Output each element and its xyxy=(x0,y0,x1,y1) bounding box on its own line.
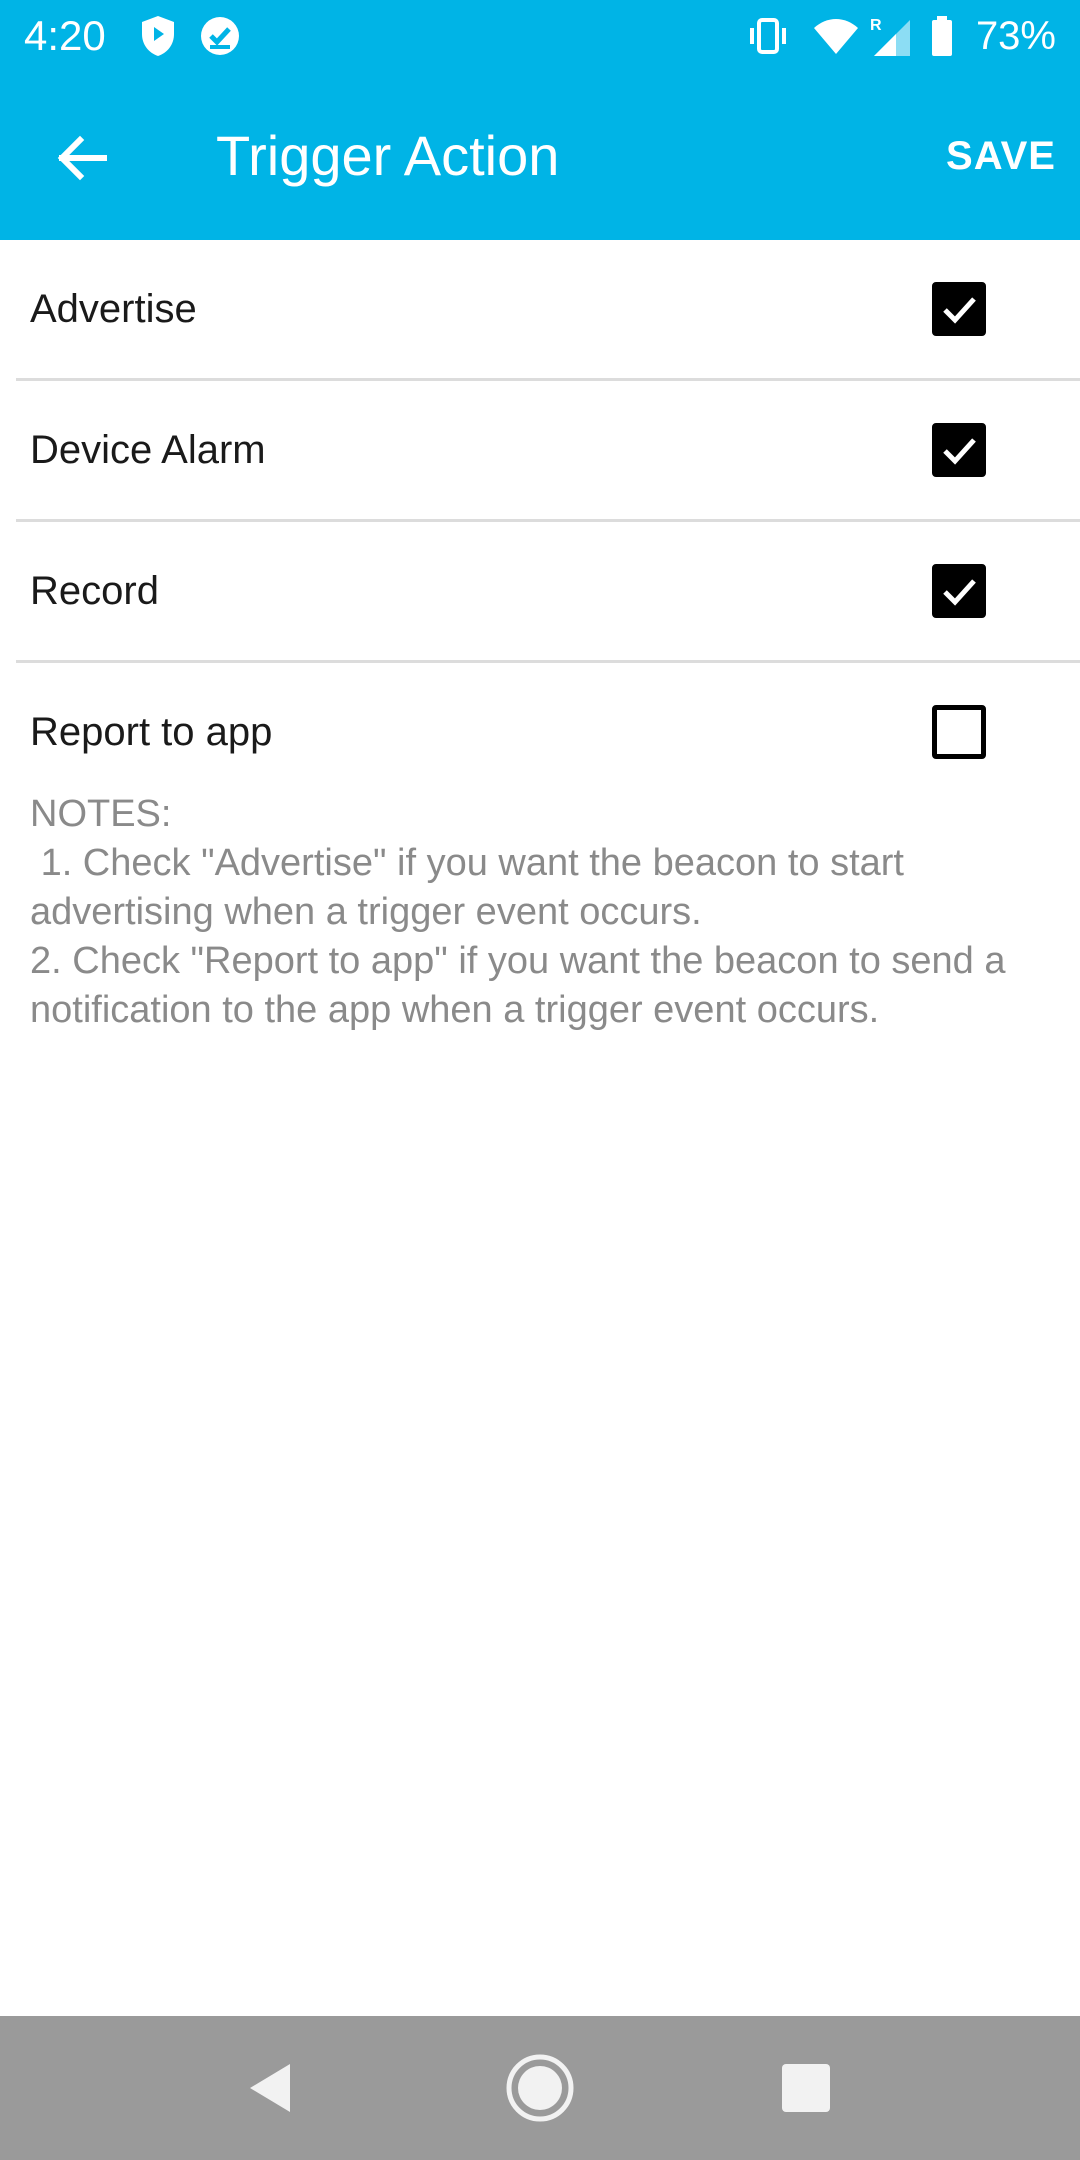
device-alarm-checkbox[interactable] xyxy=(932,423,986,477)
option-row-record[interactable]: Record xyxy=(16,522,1080,663)
option-row-device-alarm[interactable]: Device Alarm xyxy=(16,381,1080,522)
nav-home-button[interactable] xyxy=(504,2052,576,2124)
report-to-app-checkbox[interactable] xyxy=(932,705,986,759)
option-label: Report to app xyxy=(30,709,273,754)
nav-back-button[interactable] xyxy=(234,2052,306,2124)
notes-heading: NOTES: xyxy=(30,793,172,835)
notes-line-1: 1. Check "Advertise" if you want the bea… xyxy=(30,842,915,933)
save-button[interactable]: SAVE xyxy=(946,130,1056,182)
option-list: Advertise Device Alarm Record Report to … xyxy=(0,240,1080,801)
home-circle-icon xyxy=(506,2054,574,2122)
check-icon xyxy=(943,297,976,324)
vibrate-icon xyxy=(744,12,792,60)
wifi-icon xyxy=(812,12,860,60)
option-row-report-to-app[interactable]: Report to app xyxy=(16,663,1080,801)
status-time: 4:20 xyxy=(24,12,106,59)
option-label: Device Alarm xyxy=(30,427,266,472)
option-label: Advertise xyxy=(30,286,197,331)
nav-recents-button[interactable] xyxy=(770,2052,842,2124)
recents-square-icon xyxy=(782,2064,830,2112)
svg-text:R: R xyxy=(870,17,882,34)
battery-icon xyxy=(918,12,966,60)
screen: 4:20 R 73% Trigger Action SAVE Advertise… xyxy=(0,0,1080,2160)
back-triangle-icon xyxy=(250,2064,290,2112)
notes: NOTES: 1. Check "Advertise" if you want … xyxy=(30,790,1060,1035)
check-icon xyxy=(943,579,976,606)
check-circle-icon xyxy=(196,12,244,60)
arrow-back-icon xyxy=(57,135,107,181)
status-bar: 4:20 R 73% xyxy=(0,0,1080,72)
option-row-advertise[interactable]: Advertise xyxy=(16,240,1080,381)
app-bar: Trigger Action SAVE xyxy=(0,72,1080,240)
option-label: Record xyxy=(30,568,159,613)
navigation-bar xyxy=(0,2016,1080,2160)
notes-line-2: 2. Check "Report to app" if you want the… xyxy=(30,940,1017,1031)
check-icon xyxy=(943,438,976,465)
shield-icon xyxy=(134,12,182,60)
signal-roaming-icon: R xyxy=(866,12,914,60)
battery-percent: 73% xyxy=(975,14,1056,58)
back-button[interactable] xyxy=(40,116,124,200)
record-checkbox[interactable] xyxy=(932,564,986,618)
advertise-checkbox[interactable] xyxy=(932,282,986,336)
page-title: Trigger Action xyxy=(216,124,560,187)
